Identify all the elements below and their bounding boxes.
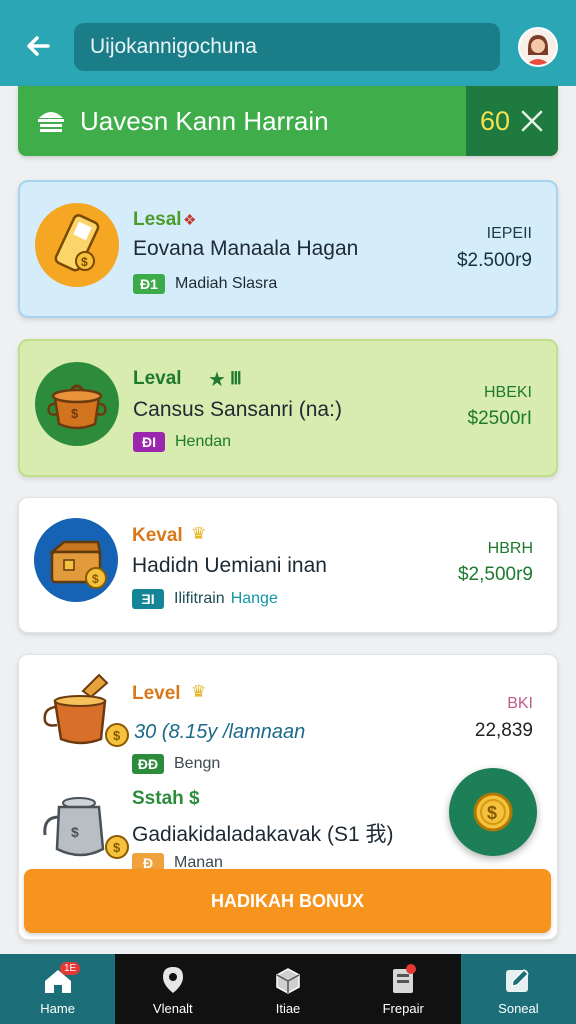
nav-item-edit[interactable]: Soneal (460, 954, 576, 1024)
level-badge-icon: Ⅲ (230, 369, 242, 388)
coin-fab-button[interactable]: $ (449, 768, 537, 856)
price-label: HBEKI (483, 384, 532, 401)
honey-pot-icon: $ (43, 673, 129, 747)
tag-label-dark: Ilifitrain (174, 590, 225, 607)
tag-chip: Ð1 (133, 274, 165, 294)
item-tag: Ð1 Madiah Slasra (133, 274, 277, 294)
nav-label: Hame (40, 1001, 75, 1016)
crown-icon: ♛ (191, 682, 207, 701)
back-button[interactable] (20, 28, 56, 64)
chest-icon: $ (48, 540, 107, 589)
item-name: Hadidn Uemiani inan (132, 554, 327, 577)
item-name: Eovana Manaala Hagan (133, 237, 359, 260)
nav-label: Vlenalt (152, 1001, 193, 1016)
user-avatar-icon (520, 29, 556, 65)
list-item[interactable]: $ Leval ★ Ⅲ Cansus Sansanri (na:) ÐI Hen… (18, 339, 558, 477)
banner-counter: 60 (466, 86, 558, 156)
nav-item-card[interactable]: Frepair (346, 954, 461, 1024)
key-tag-icon: $ (54, 214, 100, 272)
nav-label: Frepair (382, 1001, 424, 1016)
tag-chip: ÐI (133, 432, 165, 452)
price-label: BKI (507, 695, 533, 712)
top-app-bar: Uijokannigochuna (0, 0, 576, 86)
nav-item-home[interactable]: 1E Hame (0, 954, 116, 1024)
box-icon (276, 968, 300, 994)
nav-item-location[interactable]: Vlenalt (115, 954, 230, 1024)
svg-text:$: $ (487, 803, 497, 823)
tag-chip: ÐÐ (132, 754, 164, 774)
bonus-button[interactable]: HADIKAH BONUX (24, 869, 551, 933)
notification-badge: 1E (60, 962, 81, 975)
level-label: Level (132, 683, 181, 704)
svg-text:$: $ (113, 728, 121, 743)
section-label: Sstah $ (132, 788, 200, 809)
nav-item-box[interactable]: Itiae (230, 954, 345, 1024)
nav-label: Soneal (498, 1001, 539, 1016)
edit-icon (506, 969, 530, 992)
svg-text:$: $ (81, 255, 88, 269)
level-badge-icon: ❖ (183, 212, 197, 229)
nav-label: Itiae (275, 1001, 301, 1016)
price-value: 22,839 (474, 720, 533, 741)
level-label: Leval (133, 368, 182, 389)
level-label: Lesal (133, 209, 182, 230)
section-name: Gadiakidaladakavak (S1 我) (132, 823, 394, 846)
item-icon: $ (34, 518, 118, 602)
level-value: 30 (8.15y /lamnaan (134, 721, 306, 743)
price-value: $2500rI (467, 408, 532, 429)
svg-text:$: $ (92, 572, 99, 586)
tag-label: Hange (230, 590, 278, 607)
coin-icon: $ (473, 792, 513, 832)
pot-icon: $ (47, 384, 107, 430)
level-label: Keval (132, 525, 183, 546)
banner-count: 60 (479, 105, 511, 136)
tag-label: Bengn (174, 755, 221, 772)
bottom-nav: 1E Hame Vlenalt Itiae Frepair Soneal (0, 954, 576, 1024)
svg-text:$: $ (71, 406, 79, 421)
item-tag: ÐÐ Bengn (132, 754, 220, 774)
svg-text:$: $ (113, 840, 121, 855)
tag-label: Hendan (175, 433, 232, 450)
avatar[interactable] (518, 27, 558, 67)
arrow-left-icon (27, 36, 50, 56)
star-icon: ★ (208, 369, 226, 391)
svg-text:$: $ (71, 824, 79, 840)
kettle-icon: $ $ (43, 797, 129, 859)
item-tag: ƎI Ilifitrain Hange (132, 589, 278, 609)
tag-chip: ƎI (132, 589, 164, 609)
list-item[interactable]: $ Lesal ❖ Eovana Manaala Hagan Ð1 Madiah… (18, 180, 558, 318)
close-icon[interactable] (520, 109, 544, 133)
banner-label: Uavesn Kann Harrain (80, 106, 329, 136)
promo-banner[interactable]: Uavesn Kann Harrain 60 (18, 86, 558, 156)
location-icon (162, 967, 183, 993)
list-item[interactable]: $ Keval ♛ Hadidn Uemiani inan ƎI Ilifitr… (18, 497, 558, 633)
price-value: $2,500r9 (457, 564, 533, 585)
tag-label: Madiah Slasra (175, 275, 278, 292)
price-value: $2.500r9 (456, 250, 532, 271)
item-icon: $ (35, 203, 119, 287)
crown-icon: ♛ (191, 524, 207, 543)
notification-dot (405, 964, 416, 974)
item-name: Cansus Sansanri (na:) (133, 398, 342, 421)
shop-icon (38, 112, 64, 132)
item-icon: $ (35, 362, 119, 446)
price-label: HBRH (487, 540, 533, 557)
title-field[interactable]: Uijokannigochuna (74, 23, 500, 71)
item-tag: ÐI Hendan (133, 432, 231, 452)
price-label: IEPEII (486, 225, 532, 242)
